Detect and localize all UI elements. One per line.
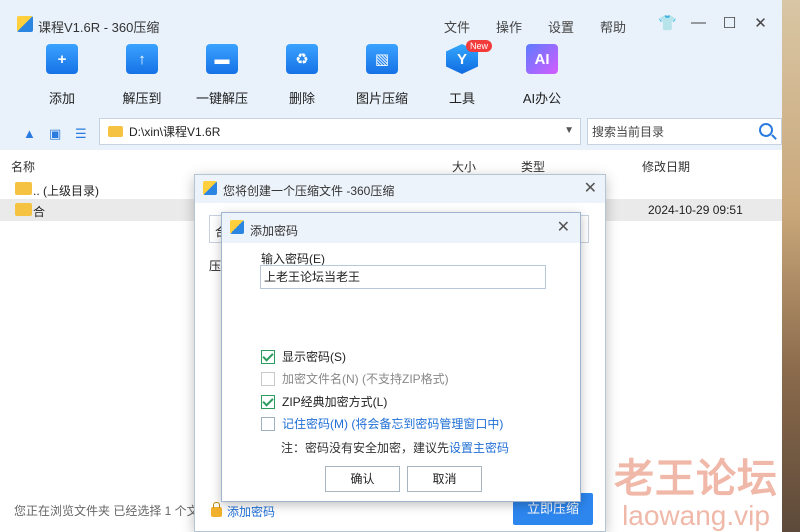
tools-label: 工具 [448, 91, 475, 106]
col-modified[interactable]: 修改日期 [642, 158, 690, 175]
watermark-title: 老王论坛 [614, 457, 778, 501]
lock-icon [211, 501, 222, 517]
checkbox-unchecked[interactable] [261, 416, 275, 431]
list-header: 名称 大小 类型 修改日期 [0, 156, 782, 176]
confirm-button[interactable]: 确认 [325, 466, 400, 492]
add-button[interactable]: + 添加 [27, 44, 97, 107]
one-click-extract-button[interactable]: ▬ 一键解压 [187, 44, 257, 107]
search-icon[interactable] [759, 123, 773, 137]
add-file-icon: + [46, 44, 78, 74]
checkbox-checked[interactable] [261, 394, 275, 409]
dialog-title-bar: 您将创建一个压缩文件 -360压缩 ✕ [195, 175, 605, 203]
app-logo-icon [230, 220, 244, 234]
skin-icon[interactable]: 👕 [652, 14, 683, 32]
minimize-button[interactable]: — [683, 14, 714, 32]
status-bar: 您正在浏览文件夹 已经选择 1 个文 [14, 504, 199, 518]
search-placeholder: 搜索当前目录 [592, 125, 665, 139]
top-menu: 文件 操作 设置 帮助 [444, 17, 652, 36]
extract-to-icon: ↑ [126, 44, 158, 74]
item-name: 合 [33, 205, 46, 219]
image-compress-icon: ▧ [366, 44, 398, 74]
menu-settings[interactable]: 设置 [548, 17, 600, 36]
cancel-button[interactable]: 取消 [407, 466, 482, 492]
maximize-button[interactable]: ☐ [714, 14, 745, 32]
app-logo-icon [17, 16, 33, 32]
delete-button[interactable]: ♻ 删除 [267, 44, 337, 107]
list-view-icon[interactable]: ☰ [75, 126, 87, 142]
toolbar: + 添加 ↑ 解压到 ▬ 一键解压 ♻ 删除 ▧ 图片压缩 Y 工具 New A… [0, 40, 782, 114]
tools-button[interactable]: Y 工具 [427, 44, 497, 107]
add-password-link[interactable]: 添加密码 [211, 501, 276, 520]
dialog-title: 您将创建一个压缩文件 -360压缩 [223, 184, 395, 198]
item-name: .. (上级目录) [33, 184, 99, 198]
search-input[interactable]: 搜索当前目录 [587, 118, 782, 145]
one-click-extract-icon: ▬ [206, 44, 238, 74]
ai-office-label: AI办公 [522, 91, 562, 106]
title-bar: 课程V1.6R - 360压缩 文件 操作 设置 帮助 👕 — ☐ ✕ [0, 0, 782, 44]
extract-to-label: 解压到 [122, 91, 162, 106]
item-date: 2024-10-29 09:51 [648, 203, 743, 217]
up-arrow-icon[interactable]: ▲ [23, 126, 36, 141]
security-note: 注：密码没有安全加密，建议先设置主密码 [281, 439, 509, 456]
chevron-down-icon[interactable]: ▼ [564, 125, 574, 136]
option-label: 显示密码(S) [282, 350, 346, 364]
option-label: ZIP经典加密方式(L) [282, 395, 388, 409]
ai-office-icon: AI [526, 44, 558, 74]
checkbox-disabled [261, 371, 275, 386]
path-input[interactable]: D:\xin\课程V1.6R ▼ [99, 118, 581, 145]
dialog-title: 添加密码 [250, 224, 299, 238]
encrypt-filenames-option: 加密文件名(N) (不支持ZIP格式) [261, 370, 449, 387]
remember-password-option[interactable]: 记住密码(M) (将会备忘到密码管理窗口中) [261, 415, 503, 432]
zip-classic-encryption-option[interactable]: ZIP经典加密方式(L) [261, 393, 387, 410]
add-password-label: 添加密码 [227, 505, 276, 519]
watermark: 老王论坛 laowang.vip [614, 446, 778, 532]
dialog-title-bar: 添加密码 ✕ [222, 213, 580, 243]
path-text: D:\xin\课程V1.6R [129, 125, 221, 139]
password-input[interactable]: 上老王论坛当老王 [260, 265, 546, 289]
desktop-background [780, 0, 800, 532]
col-size[interactable]: 大小 [452, 158, 476, 175]
menu-help[interactable]: 帮助 [600, 17, 652, 36]
option-label: 记住密码(M) (将会备忘到密码管理窗口中) [282, 417, 504, 431]
add-label: 添加 [48, 91, 75, 106]
thumbnail-view-icon[interactable]: ▣ [49, 126, 61, 142]
folder-icon [108, 126, 123, 137]
app-logo-icon [203, 181, 217, 195]
show-password-option[interactable]: 显示密码(S) [261, 348, 346, 365]
delete-label: 删除 [288, 91, 315, 106]
extract-to-button[interactable]: ↑ 解压到 [107, 44, 177, 107]
one-click-extract-label: 一键解压 [195, 91, 248, 106]
close-button[interactable]: ✕ [745, 14, 776, 32]
option-label: 加密文件名(N) (不支持ZIP格式) [282, 372, 449, 386]
image-compress-label: 图片压缩 [355, 91, 408, 106]
new-badge: New [466, 40, 493, 52]
col-name[interactable]: 名称 [11, 158, 35, 175]
close-icon[interactable]: ✕ [584, 178, 597, 198]
folder-icon [15, 203, 32, 216]
checkbox-checked[interactable] [261, 349, 275, 364]
ai-office-button[interactable]: AI AI办公 [507, 44, 577, 107]
menu-file[interactable]: 文件 [444, 17, 496, 36]
watermark-url: laowang.vip [622, 500, 770, 531]
window-title: 课程V1.6R - 360压缩 [38, 20, 160, 35]
window-controls: 👕 — ☐ ✕ [652, 14, 776, 32]
add-password-dialog: 添加密码 ✕ 输入密码(E) 上老王论坛当老王 显示密码(S) 加密文件名(N)… [221, 212, 581, 502]
close-icon[interactable]: ✕ [557, 217, 570, 237]
folder-icon [15, 182, 32, 195]
set-master-password-link[interactable]: 设置主密码 [449, 441, 509, 455]
note-text: 注：密码没有安全加密，建议先 [281, 441, 450, 455]
image-compress-button[interactable]: ▧ 图片压缩 [347, 44, 417, 107]
menu-operation[interactable]: 操作 [496, 17, 548, 36]
col-type[interactable]: 类型 [521, 158, 545, 175]
compress-option-label: 压 [209, 259, 222, 273]
recycle-bin-icon: ♻ [286, 44, 318, 74]
address-bar-row: ▲ ▣ ☰ D:\xin\课程V1.6R ▼ 搜索当前目录 [0, 114, 782, 150]
